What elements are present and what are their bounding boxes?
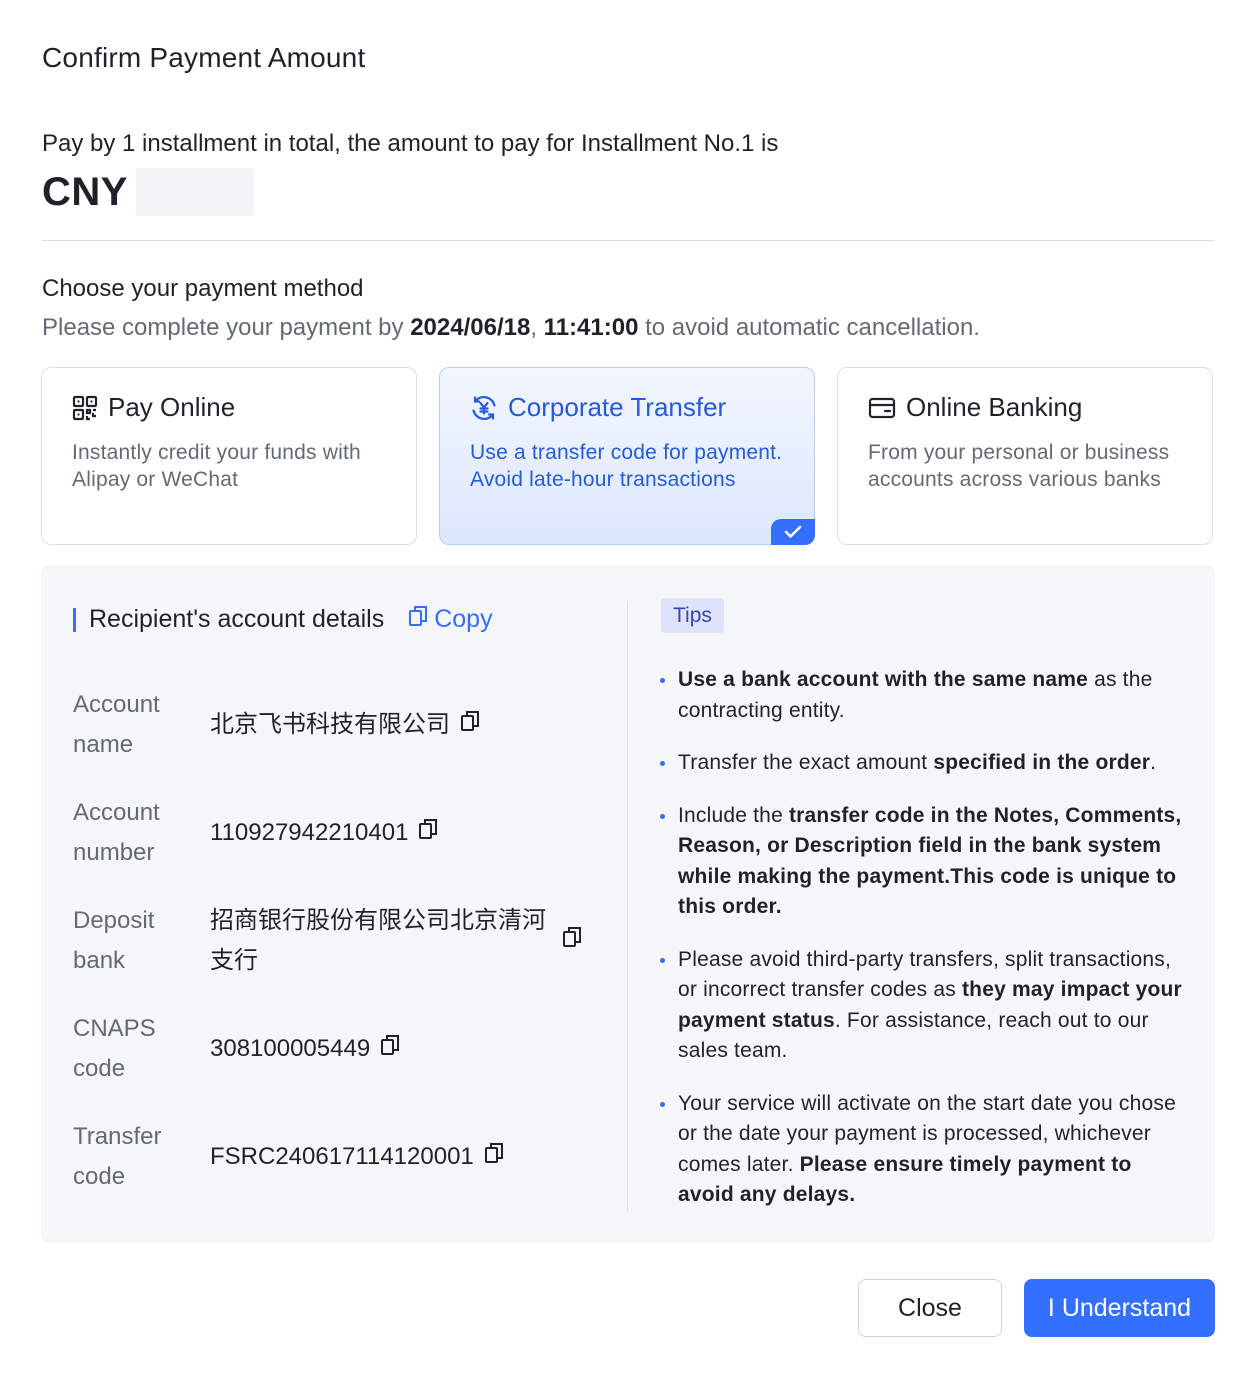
dialog-title: Confirm Payment Amount xyxy=(42,42,366,73)
option-online-banking[interactable]: Online Banking From your personal or bus… xyxy=(837,367,1213,545)
tip-item: Transfer the exact amount specified in t… xyxy=(660,748,1192,779)
copy-icon[interactable] xyxy=(418,813,438,853)
tip-text: Transfer the exact amount xyxy=(678,751,934,774)
detail-row-transfer-code: Transfer code FSRC240617114120001 xyxy=(73,1117,504,1197)
tip-item: Your service will activate on the start … xyxy=(660,1089,1192,1211)
selected-check-icon xyxy=(771,519,815,545)
payment-deadline: Please complete your payment by 2024/06/… xyxy=(42,314,980,342)
tip-text: Include the xyxy=(678,803,789,827)
copy-icon[interactable] xyxy=(484,1137,504,1177)
deadline-time: 11:41:00 xyxy=(543,314,639,341)
detail-value: 110927942210401 xyxy=(210,819,409,846)
detail-label: Account name xyxy=(73,691,160,758)
option-pay-online[interactable]: Pay Online Instantly credit your funds w… xyxy=(41,367,417,545)
option-description: Instantly credit your funds with Alipay … xyxy=(72,441,361,491)
deadline-separator: , xyxy=(530,314,537,341)
detail-row-account-name: Account name 北京飞书科技有限公司 xyxy=(73,685,480,765)
detail-row-account-number: Account number 110927942210401 xyxy=(73,793,438,873)
installment-text: Pay by 1 installment in total, the amoun… xyxy=(42,130,779,157)
copy-icon xyxy=(408,605,428,634)
divider xyxy=(42,240,1215,241)
detail-value: FSRC240617114120001 xyxy=(210,1143,474,1170)
confirm-payment-dialog: Confirm Payment Amount Pay by 1 installm… xyxy=(0,0,1258,1378)
option-description: From your personal or business accounts … xyxy=(868,441,1170,491)
panel-divider xyxy=(627,601,628,1211)
recipient-header: Recipient's account details Copy xyxy=(73,605,493,634)
payment-method-heading: Choose your payment method xyxy=(42,275,364,302)
option-description: Use a transfer code for payment. Avoid l… xyxy=(470,441,783,491)
tips-list: Use a bank account with the same name as… xyxy=(660,665,1192,1233)
tip-emphasis: specified in the order xyxy=(933,751,1151,774)
copy-all-button[interactable]: Copy xyxy=(408,605,493,634)
copy-icon[interactable] xyxy=(562,921,582,961)
tips-badge: Tips xyxy=(661,598,724,633)
copy-icon[interactable] xyxy=(460,705,480,745)
detail-value: 北京飞书科技有限公司 xyxy=(210,711,450,738)
credit-card-icon xyxy=(868,396,896,420)
deadline-suffix: to avoid automatic cancellation. xyxy=(645,314,980,341)
option-corporate-transfer[interactable]: Corporate Transfer Use a transfer code f… xyxy=(439,367,815,545)
close-button[interactable]: Close xyxy=(858,1279,1002,1337)
tip-emphasis: Use a bank account with the same name xyxy=(678,668,1089,691)
amount-redacted xyxy=(135,168,254,216)
tip-item: Use a bank account with the same name as… xyxy=(660,665,1192,726)
detail-label: CNAPS code xyxy=(73,1015,156,1082)
detail-row-cnaps-code: CNAPS code 308100005449 xyxy=(73,1009,400,1089)
currency-code: CNY xyxy=(42,169,128,214)
detail-value: 招商银行股份有限公司北京清河支行 xyxy=(210,907,546,974)
transfer-details-panel: Recipient's account details Copy Account… xyxy=(41,565,1215,1243)
detail-label: Deposit bank xyxy=(73,907,155,974)
i-understand-button[interactable]: I Understand xyxy=(1024,1279,1215,1337)
option-label: Pay Online xyxy=(108,392,236,422)
copy-icon[interactable] xyxy=(380,1029,400,1069)
deadline-date: 2024/06/18 xyxy=(410,314,531,341)
recipient-title: Recipient's account details xyxy=(89,605,385,633)
tip-item: Include the transfer code in the Notes, … xyxy=(660,801,1192,923)
deadline-prefix: Please complete your payment by xyxy=(42,314,404,341)
tip-text: . xyxy=(1150,751,1157,774)
yen-exchange-icon xyxy=(470,394,498,422)
detail-label: Transfer code xyxy=(73,1123,162,1190)
detail-row-deposit-bank: Deposit bank 招商银行股份有限公司北京清河支行 xyxy=(73,901,582,981)
option-label: Corporate Transfer xyxy=(508,392,727,422)
option-label: Online Banking xyxy=(906,392,1083,422)
detail-label: Account number xyxy=(73,799,160,866)
section-accent-bar xyxy=(73,607,76,632)
amount-row: CNY xyxy=(42,168,254,216)
detail-value: 308100005449 xyxy=(210,1035,371,1062)
tip-item: Please avoid third-party transfers, spli… xyxy=(660,945,1192,1067)
qr-code-icon xyxy=(72,395,98,421)
copy-label: Copy xyxy=(434,605,493,633)
